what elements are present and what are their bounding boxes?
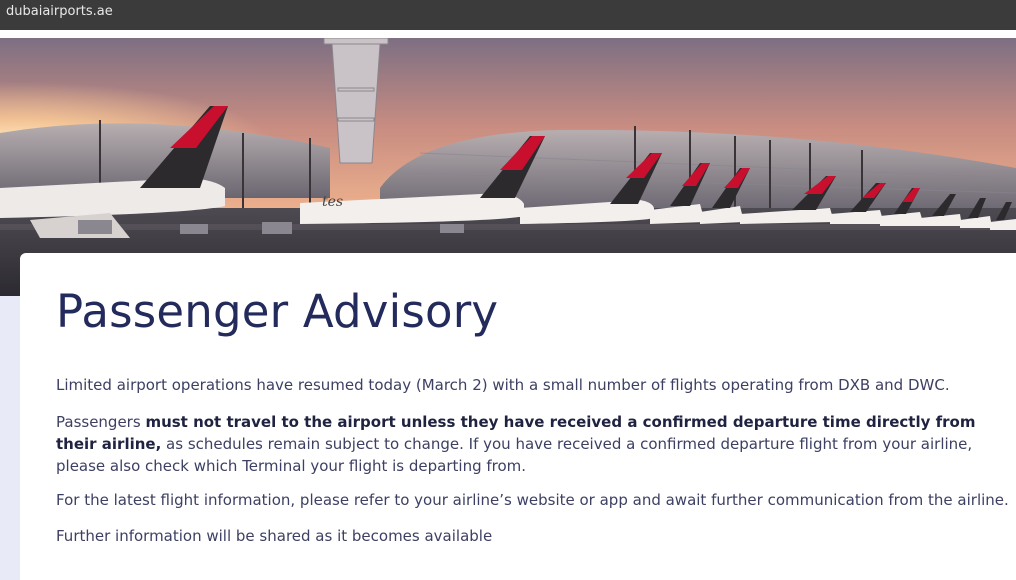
paragraph-2-suffix: as schedules remain subject to change. I… — [56, 435, 973, 475]
advisory-paragraph-4: Further information will be shared as it… — [56, 527, 493, 545]
advisory-card: Passenger Advisory Limited airport opera… — [20, 253, 1016, 580]
advisory-paragraph-1: Limited airport operations have resumed … — [56, 376, 950, 394]
browser-address-bar[interactable]: dubaiairports.ae — [0, 0, 1016, 30]
url-text[interactable]: dubaiairports.ae — [6, 4, 113, 19]
advisory-paragraph-3: For the latest flight information, pleas… — [56, 491, 1009, 509]
page-title: Passenger Advisory — [56, 285, 499, 338]
fuselage-text: tes — [322, 194, 343, 210]
paragraph-2-prefix: Passengers — [56, 413, 146, 431]
advisory-paragraph-2: Passengers must not travel to the airpor… — [56, 411, 1006, 477]
browser-edge — [0, 30, 1016, 38]
